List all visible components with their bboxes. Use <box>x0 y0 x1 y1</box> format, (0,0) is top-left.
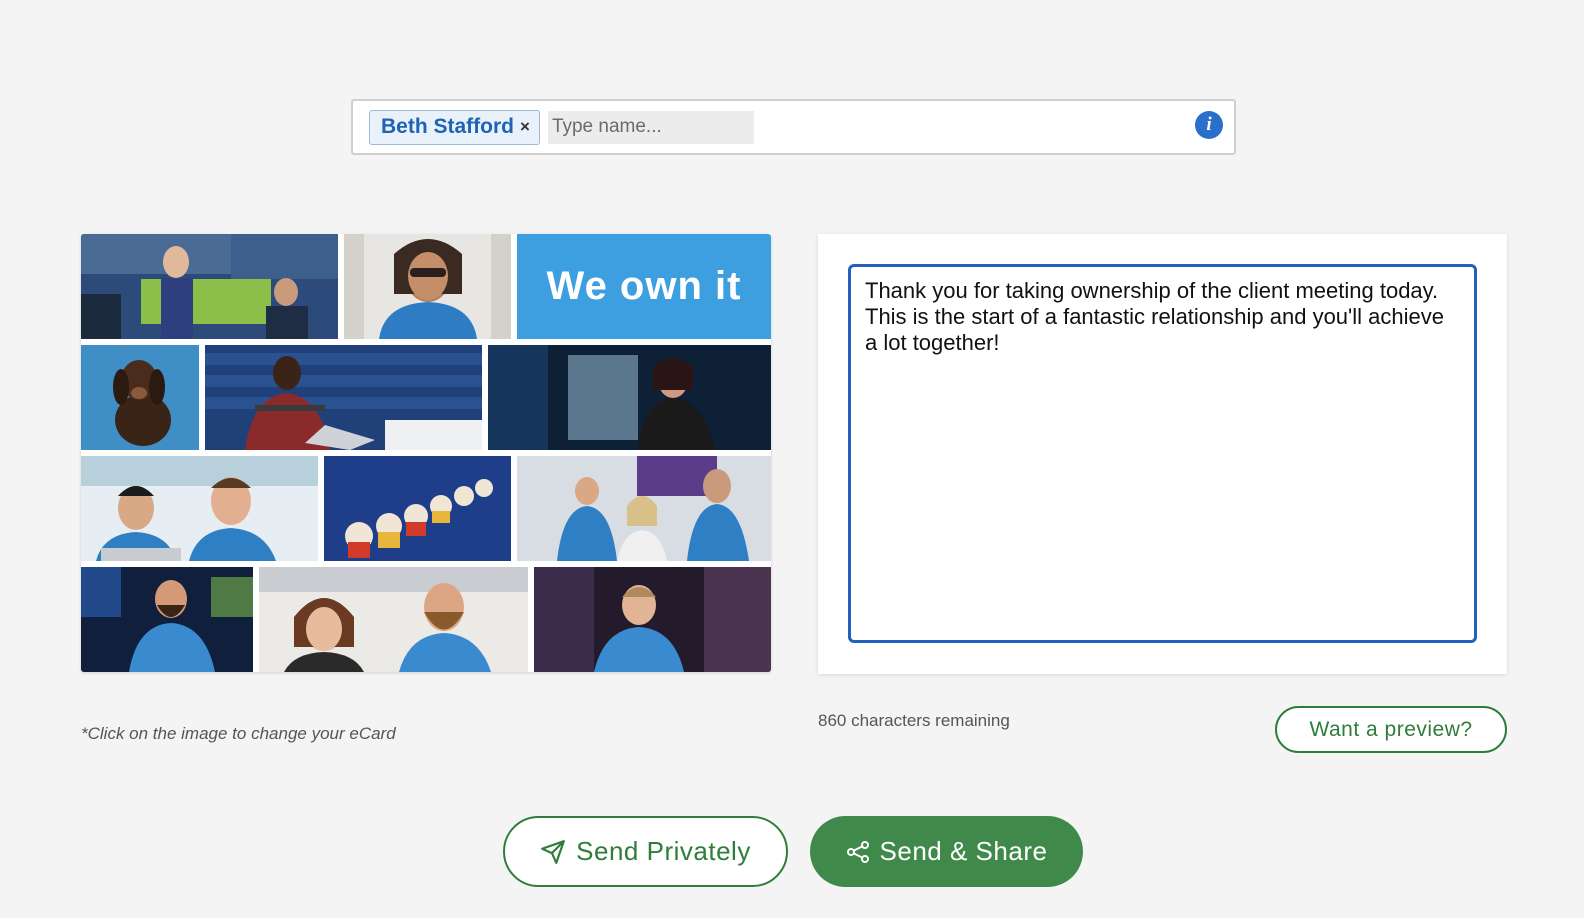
info-icon[interactable]: i <box>1195 111 1223 139</box>
recipient-name-input[interactable] <box>547 110 754 144</box>
photo-tile-woman-man <box>259 567 528 672</box>
photo-tile-handshake <box>81 234 338 339</box>
characters-remaining: 860 characters remaining <box>818 711 1010 730</box>
brand-text: We own it <box>546 264 742 308</box>
ecard-hint: *Click on the image to change your eCard <box>81 724 396 743</box>
preview-button[interactable]: Want a preview? <box>1275 706 1507 753</box>
photo-tile-cupcakes <box>324 456 511 561</box>
recipient-field[interactable]: Beth Stafford × i <box>351 99 1236 155</box>
send-privately-button[interactable]: Send Privately <box>503 816 788 887</box>
brand-tile: We own it <box>517 234 771 339</box>
send-and-share-label: Send & Share <box>879 836 1048 866</box>
photo-tile-two-men <box>81 456 318 561</box>
remove-recipient-icon[interactable]: × <box>520 117 530 137</box>
share-nodes-icon <box>846 840 870 864</box>
paper-plane-icon <box>540 839 566 865</box>
photo-tile-woman-sunglasses <box>344 234 511 339</box>
photo-tile-dog <box>81 345 199 450</box>
photo-tile-speaker <box>488 345 771 450</box>
recipient-chip-name: Beth Stafford <box>381 115 514 138</box>
send-privately-label: Send Privately <box>576 836 751 866</box>
photo-tile-woman-working <box>534 567 771 672</box>
photo-tile-bearded-man <box>81 567 253 672</box>
recipient-chip[interactable]: Beth Stafford × <box>369 109 540 145</box>
photo-tile-laptop <box>205 345 482 450</box>
ecard-image[interactable]: We own it <box>81 234 771 672</box>
send-and-share-button[interactable]: Send & Share <box>810 816 1083 887</box>
message-textarea[interactable]: Thank you for taking ownership of the cl… <box>848 264 1477 643</box>
message-panel: Thank you for taking ownership of the cl… <box>818 234 1507 674</box>
photo-tile-event-booth <box>517 456 771 561</box>
